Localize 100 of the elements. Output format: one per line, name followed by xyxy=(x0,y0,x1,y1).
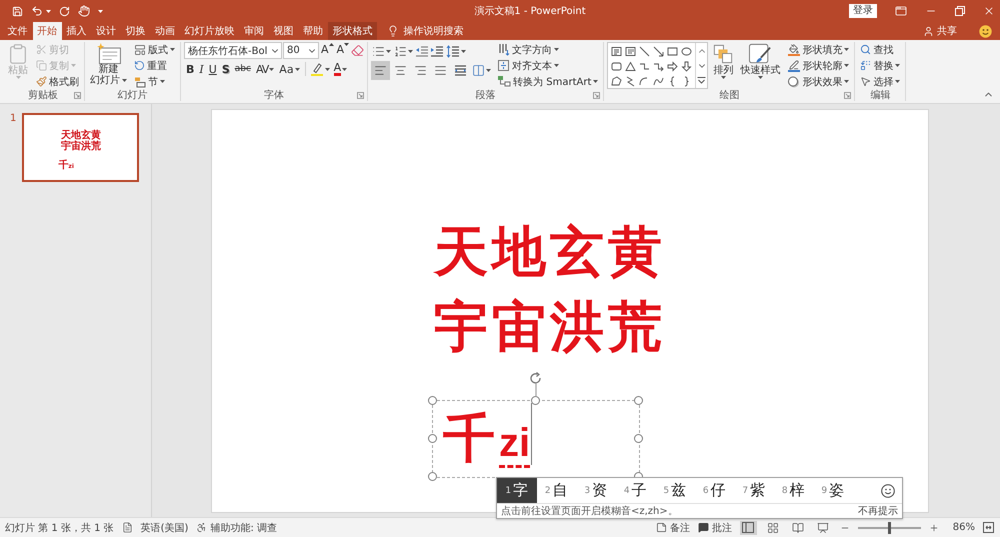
elbow-arrow-icon[interactable] xyxy=(653,60,664,72)
zoom-level[interactable]: 86% xyxy=(946,522,975,533)
vertical-text-box-icon[interactable] xyxy=(625,46,636,56)
accessibility-button[interactable]: 辅助功能: 调查 xyxy=(196,520,277,534)
align-text-button[interactable]: 对齐文本 xyxy=(495,58,600,73)
notes-button[interactable]: 备注 xyxy=(656,520,690,534)
resize-handle[interactable] xyxy=(428,396,437,405)
font-name-field[interactable]: 杨任东竹石体-Bol xyxy=(184,42,282,59)
text-direction-button[interactable]: 文字方向 xyxy=(495,42,600,57)
font-color-button[interactable]: A xyxy=(332,60,350,78)
ime-candidate[interactable]: 4 子 xyxy=(616,478,655,503)
resize-handle[interactable] xyxy=(634,434,643,443)
reset-button[interactable]: 重置 xyxy=(132,58,177,73)
ribbon-tab[interactable]: 文件 xyxy=(3,22,32,40)
shape-effects-button[interactable]: 形状效果 xyxy=(785,74,852,89)
text-box-icon[interactable] xyxy=(611,46,622,56)
ime-candidate[interactable]: 9 姿 xyxy=(813,478,852,503)
resize-handle[interactable] xyxy=(531,396,540,405)
text-shadow-button[interactable]: S xyxy=(220,60,232,78)
select-button[interactable]: 选择 xyxy=(858,74,902,89)
down-arrow-icon[interactable] xyxy=(681,60,692,72)
right-arrow-icon[interactable] xyxy=(667,60,678,72)
ribbon-tab[interactable]: 审阅 xyxy=(240,22,268,40)
character-spacing-button[interactable]: AV xyxy=(254,60,276,78)
section-button[interactable]: 节 xyxy=(132,74,177,89)
ime-candidate[interactable]: 3 资 xyxy=(576,478,616,503)
find-button[interactable]: 查找 xyxy=(858,42,902,57)
new-slide-button[interactable]: 新建 幻灯片 xyxy=(88,42,129,87)
elbow-connector-icon[interactable] xyxy=(639,60,650,72)
ribbon-tab[interactable]: 形状格式 xyxy=(328,22,377,40)
zigzag-icon[interactable] xyxy=(625,76,636,86)
ribbon-tab[interactable]: 插入 xyxy=(62,22,91,40)
replace-button[interactable]: 替换 xyxy=(858,58,902,73)
redo-icon[interactable] xyxy=(59,6,70,16)
change-case-button[interactable]: Aa xyxy=(277,60,302,78)
bold-button[interactable]: B xyxy=(184,60,196,78)
rectangle-icon[interactable] xyxy=(667,46,678,56)
zoom-thumb[interactable] xyxy=(888,522,892,534)
comments-button[interactable]: 批注 xyxy=(698,520,732,534)
curve-icon[interactable] xyxy=(653,76,664,86)
ribbon-tab[interactable]: 设计 xyxy=(92,22,120,40)
eraser-icon[interactable] xyxy=(351,44,364,57)
shrink-font-button[interactable]: A xyxy=(336,42,350,59)
smiley-icon[interactable] xyxy=(979,24,992,38)
fit-to-window-icon[interactable] xyxy=(983,522,994,533)
ime-candidate[interactable]: 8 梓 xyxy=(774,478,813,503)
arrange-button[interactable]: 排列 xyxy=(711,42,736,80)
undo-icon[interactable] xyxy=(31,5,43,17)
dialog-launcher-icon[interactable] xyxy=(74,92,81,98)
smartart-button[interactable]: 转换为 SmartArt xyxy=(495,74,600,89)
ime-candidate[interactable]: 6 仔 xyxy=(694,478,734,503)
font-size-field[interactable]: 80 xyxy=(283,42,319,59)
dialog-launcher-icon[interactable] xyxy=(357,92,364,98)
restore-icon[interactable] xyxy=(955,6,965,16)
rotate-handle[interactable] xyxy=(529,372,543,397)
ime-candidate[interactable]: 7 紫 xyxy=(734,478,774,503)
ribbon-tab[interactable]: 帮助 xyxy=(298,22,328,40)
layout-button[interactable]: 版式 xyxy=(132,42,177,57)
smiley-icon[interactable] xyxy=(881,484,895,498)
outdent-icon[interactable] xyxy=(415,44,430,58)
dialog-launcher-icon[interactable] xyxy=(844,92,852,98)
strikethrough-button[interactable]: abc xyxy=(232,60,253,78)
grow-font-button[interactable]: A xyxy=(320,42,335,59)
format-painter-button[interactable]: 格式刷 xyxy=(34,74,81,89)
save-icon[interactable] xyxy=(12,6,23,16)
oval-icon[interactable] xyxy=(681,46,692,56)
resize-handle[interactable] xyxy=(428,434,437,443)
shape-fill-button[interactable]: 形状填充 xyxy=(785,42,852,57)
share-button[interactable]: 共享 xyxy=(923,22,957,40)
triangle-icon[interactable] xyxy=(625,60,636,72)
hand-icon[interactable] xyxy=(78,5,90,17)
normal-view-button[interactable] xyxy=(740,520,757,534)
arrow-line-icon[interactable] xyxy=(653,46,664,56)
dialog-launcher-icon[interactable] xyxy=(593,92,600,98)
ribbon-tab[interactable]: 幻灯片放映 xyxy=(180,22,239,40)
ribbon-tab[interactable]: 动画 xyxy=(150,22,180,40)
quick-styles-button[interactable]: 快速样式 xyxy=(738,42,782,80)
document-icon[interactable] xyxy=(122,522,133,533)
ribbon-tab[interactable]: 视图 xyxy=(269,22,298,40)
chevron-bar-icon[interactable] xyxy=(697,76,706,86)
shape-outline-button[interactable]: 形状轮廓 xyxy=(785,58,852,73)
zoom-in-icon[interactable] xyxy=(928,522,939,532)
italic-button[interactable]: I xyxy=(197,60,206,78)
ribbon-tab[interactable]: 开始 xyxy=(32,22,62,40)
pentagon-icon[interactable] xyxy=(611,76,622,86)
tell-me-search[interactable]: 操作说明搜索 xyxy=(386,22,464,40)
line-icon[interactable] xyxy=(639,46,650,56)
close-icon[interactable] xyxy=(983,5,995,17)
align-left-button[interactable] xyxy=(371,61,390,80)
ribbon-tab[interactable]: 切换 xyxy=(121,22,150,40)
ime-candidate[interactable]: 1 字 xyxy=(497,478,536,503)
sign-in-button[interactable]: 登录 xyxy=(849,4,877,18)
indent-icon[interactable] xyxy=(430,44,444,58)
ime-candidate[interactable]: 2 自 xyxy=(536,478,576,503)
underline-button[interactable]: U xyxy=(206,60,219,78)
resize-handle[interactable] xyxy=(634,396,643,405)
dismiss-link[interactable]: 不再提示 xyxy=(858,504,898,518)
window-icon[interactable] xyxy=(895,5,907,17)
shapes-gallery[interactable] xyxy=(607,42,708,89)
resize-handle[interactable] xyxy=(428,472,437,481)
